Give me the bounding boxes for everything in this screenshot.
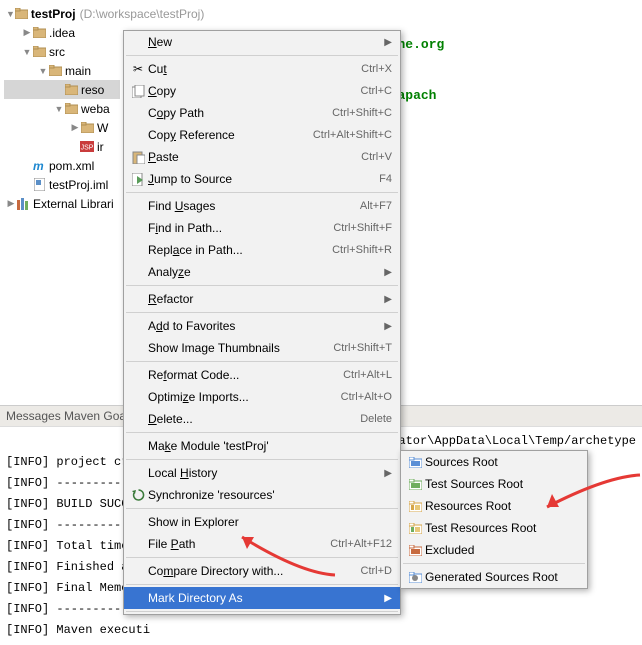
menu-jump-to-source[interactable]: Jump to SourceF4 [124,168,400,190]
folder-icon [80,121,94,135]
excluded-icon [405,545,425,556]
folder-icon [48,64,62,78]
tree-project-root[interactable]: ▼testProj(D:\workspace\testProj) [4,4,120,23]
sync-icon [128,489,148,502]
tree-resources[interactable]: reso [4,80,120,99]
test-sources-root-icon [405,479,425,490]
menu-new[interactable]: New▶ [124,31,400,53]
menu-local-history[interactable]: Local History▶ [124,462,400,484]
project-tree[interactable]: ▼testProj(D:\workspace\testProj) ▶.idea … [0,0,120,405]
jsp-icon: JSP [80,140,94,154]
paste-icon [128,151,148,164]
menu-show-thumbnails[interactable]: Show Image ThumbnailsCtrl+Shift+T [124,337,400,359]
menu-add-favorites[interactable]: Add to Favorites▶ [124,315,400,337]
folder-icon [64,102,78,116]
jump-icon [128,173,148,186]
folder-icon [64,83,78,97]
folder-icon [15,7,28,21]
svg-text:m: m [33,160,44,172]
menu-refactor[interactable]: Refactor▶ [124,288,400,310]
generated-sources-root-icon [405,572,425,583]
menu-analyze[interactable]: Analyze▶ [124,261,400,283]
menu-copy-path[interactable]: Copy PathCtrl+Shift+C [124,102,400,124]
menu-cut[interactable]: ✂CutCtrl+X [124,58,400,80]
submenu-generated-sources-root[interactable]: Generated Sources Root [401,566,587,588]
tree-iml[interactable]: testProj.iml [4,175,120,194]
tree-src[interactable]: ▼src [4,42,120,61]
menu-delete[interactable]: Delete...Delete [124,408,400,430]
resources-root-icon [405,501,425,512]
menu-reformat[interactable]: Reformat Code...Ctrl+Alt+L [124,364,400,386]
menu-copy-reference[interactable]: Copy ReferenceCtrl+Alt+Shift+C [124,124,400,146]
svg-text:JSP: JSP [81,145,94,152]
folder-icon [32,26,46,40]
menu-synchronize[interactable]: Synchronize 'resources' [124,484,400,506]
menu-paste[interactable]: PasteCtrl+V [124,146,400,168]
folder-icon [32,45,46,59]
cut-icon: ✂ [128,62,148,76]
menu-make-module[interactable]: Make Module 'testProj' [124,435,400,457]
menu-optimize-imports[interactable]: Optimize Imports...Ctrl+Alt+O [124,386,400,408]
menu-replace-in-path[interactable]: Replace in Path...Ctrl+Shift+R [124,239,400,261]
menu-find-usages[interactable]: Find UsagesAlt+F7 [124,195,400,217]
tree-idea[interactable]: ▶.idea [4,23,120,42]
menu-find-in-path[interactable]: Find in Path...Ctrl+Shift+F [124,217,400,239]
library-icon [16,197,30,211]
tree-webinf[interactable]: ▶W [4,118,120,137]
menu-copy[interactable]: CopyCtrl+C [124,80,400,102]
tree-index[interactable]: JSPir [4,137,120,156]
file-icon [32,178,46,192]
annotation-arrow-icon [230,525,340,580]
submenu-excluded[interactable]: Excluded [401,539,587,561]
tree-main[interactable]: ▼main [4,61,120,80]
submenu-sources-root[interactable]: Sources Root [401,451,587,473]
test-resources-root-icon [405,523,425,534]
sources-root-icon [405,457,425,468]
tree-webapp[interactable]: ▼weba [4,99,120,118]
annotation-arrow-icon [535,472,642,522]
menu-mark-directory-as[interactable]: Mark Directory As▶ [124,587,400,609]
tree-external-libs[interactable]: ▶External Librari [4,194,120,213]
maven-icon: m [32,159,46,173]
copy-icon [128,85,148,98]
tree-pom[interactable]: mpom.xml [4,156,120,175]
